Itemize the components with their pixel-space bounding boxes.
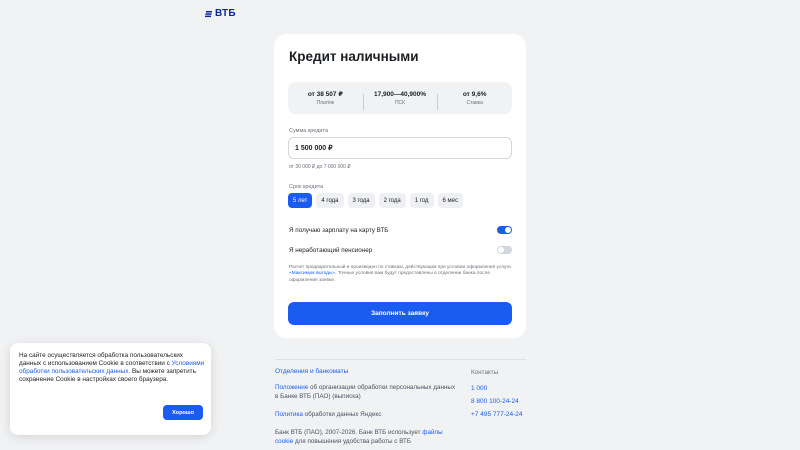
phone-tollfree[interactable]: 8 800 100-24-24 xyxy=(471,398,519,405)
loan-summary: от 38 507 ₽ Платёж 17,900—40,900% ПСК от… xyxy=(288,82,512,114)
toggle-label: Я получаю зарплату на карту ВТБ xyxy=(289,226,389,234)
vtb-stripes-icon xyxy=(205,10,212,17)
term-option-6m[interactable]: 6 мес xyxy=(437,193,463,208)
summary-payment: от 38 507 ₽ Платёж xyxy=(288,90,363,106)
footer-text-part: обработки данных Яндекс xyxy=(302,411,382,418)
amount-hint: от 30 000 ₽ до 7 000 000 ₽ xyxy=(289,164,351,170)
disclaimer-part: Расчет предварительный и произведен по с… xyxy=(289,265,511,270)
policy-link[interactable]: Политика xyxy=(275,411,303,418)
summary-label: Ставка xyxy=(466,99,483,106)
phone-short[interactable]: 1 000 xyxy=(471,385,487,392)
summary-label: ПСК xyxy=(394,99,406,106)
summary-value: от 9,6% xyxy=(462,90,487,98)
term-selector: 5 лет 4 года 3 года 2 года 1 год 6 мес xyxy=(288,193,463,208)
phone-moscow[interactable]: +7 495 777-24-24 xyxy=(471,411,523,418)
branches-link[interactable]: Отделения и банкоматы xyxy=(275,368,348,375)
disclaimer-text: Расчет предварительный и произведен по с… xyxy=(289,265,511,284)
logo-text: ВТБ xyxy=(215,8,236,19)
footer-divider xyxy=(275,359,526,360)
term-option-1y[interactable]: 1 год xyxy=(409,193,434,208)
copyright-text: Банк ВТБ (ПАО), 2007-2026. Банк ВТБ испо… xyxy=(275,428,460,446)
regulation-text: Положение об организации обработки персо… xyxy=(275,383,460,401)
page-title: Кредит наличными xyxy=(289,49,419,64)
policy-text: Политика обработки данных Яндекс xyxy=(275,410,460,419)
summary-label: Платёж xyxy=(316,100,335,106)
footer-text-part: Банк ВТБ (ПАО), 2007-2026. Банк ВТБ испо… xyxy=(275,429,421,436)
summary-value: 17,900—40,900% xyxy=(373,90,427,98)
summary-rate: от 9,6% Ставка xyxy=(437,90,512,110)
term-option-5y[interactable]: 5 лет xyxy=(288,193,313,208)
apply-button[interactable]: Заполнить заявку xyxy=(288,302,512,325)
salary-card-toggle-row: Я получаю зарплату на карту ВТБ xyxy=(289,226,512,234)
cookie-text-part: На сайте осуществляется обработка пользо… xyxy=(19,352,184,367)
toggle-label: Я неработающий пенсионер xyxy=(289,246,373,254)
pensioner-toggle-row: Я неработающий пенсионер xyxy=(289,246,512,254)
regulation-link[interactable]: Положение xyxy=(275,384,308,391)
cookie-text: На сайте осуществляется обработка пользо… xyxy=(19,352,205,384)
max-benefit-link[interactable]: «Максимум выгоды» xyxy=(289,271,335,276)
cookie-ok-button[interactable]: Хорошо xyxy=(163,405,203,420)
term-label: Срок кредита xyxy=(289,184,324,190)
summary-value: от 38 507 ₽ xyxy=(307,91,343,98)
term-option-4y[interactable]: 4 года xyxy=(316,193,344,208)
summary-psk: 17,900—40,900% ПСК xyxy=(362,90,438,110)
amount-input[interactable] xyxy=(288,137,512,159)
cookie-banner: На сайте осуществляется обработка пользо… xyxy=(10,343,211,435)
term-option-2y[interactable]: 2 года xyxy=(378,193,406,208)
vtb-logo[interactable]: ВТБ xyxy=(205,8,236,19)
amount-label: Сумма кредита xyxy=(289,128,329,134)
pensioner-switch[interactable] xyxy=(497,246,512,254)
term-option-3y[interactable]: 3 года xyxy=(347,193,375,208)
contacts-title: Контакты xyxy=(471,369,499,376)
footer-text-part: для повышения удобства работы с ВТБ xyxy=(293,438,411,445)
credit-form-card: Кредит наличными от 38 507 ₽ Платёж 17,9… xyxy=(274,34,526,338)
salary-card-switch[interactable] xyxy=(497,226,512,234)
